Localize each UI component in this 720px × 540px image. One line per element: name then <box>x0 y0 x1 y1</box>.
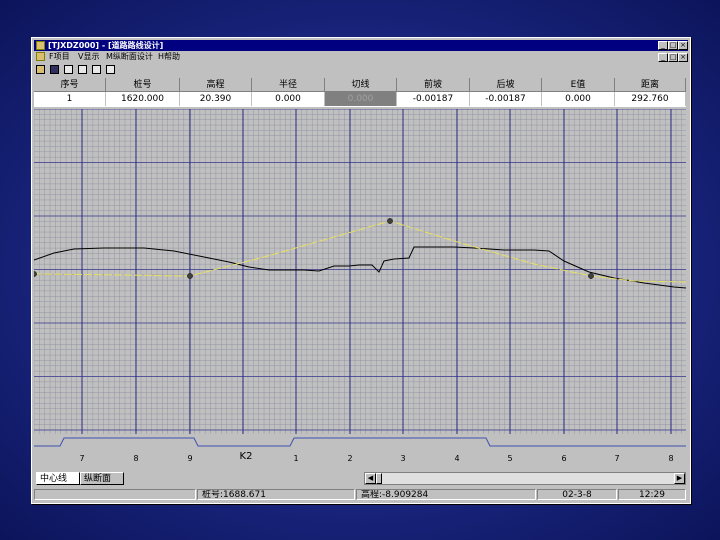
cell-elevation[interactable]: 20.390 <box>180 92 252 106</box>
station-axis: 7 8 9 K2 1 2 3 4 5 6 7 8 <box>34 450 686 470</box>
status-time: 12:29 <box>618 489 686 500</box>
zoom-out-icon[interactable] <box>78 65 87 74</box>
col-header-radius[interactable]: 半径 <box>252 78 325 92</box>
tab-centerline[interactable]: 中心线 <box>36 472 80 485</box>
status-elevation: 高程:-8.909284 <box>356 489 536 500</box>
status-date: 02-3-8 <box>537 489 617 500</box>
toolbar <box>34 64 688 76</box>
minimize-button[interactable]: _ <box>658 41 668 50</box>
cell-station[interactable]: 1620.000 <box>106 92 180 106</box>
col-header-distance[interactable]: 距离 <box>615 78 686 92</box>
close-button[interactable]: × <box>678 41 688 50</box>
cell-front-slope[interactable]: -0.00187 <box>397 92 470 106</box>
app-icon <box>36 41 45 50</box>
status-station: 桩号:1688.671 <box>197 489 355 500</box>
app-window: [TJXDZ000] - [道路路线设计] _ □ × F项目 V显示 M纵断面… <box>31 37 691 504</box>
station-tick: 6 <box>561 454 567 463</box>
col-header-front-slope[interactable]: 前坡 <box>397 78 470 92</box>
doc-minimize-button[interactable]: _ <box>658 53 668 62</box>
zoom-in-icon[interactable] <box>64 65 73 74</box>
station-tick: 2 <box>347 454 353 463</box>
vertical-curve-table: 序号 桩号 高程 半径 切线 前坡 后坡 E值 距离 1 1620.000 20… <box>34 78 686 107</box>
curve-diagram <box>34 437 686 447</box>
maximize-button[interactable]: □ <box>668 41 678 50</box>
zoom-fit-icon[interactable] <box>92 65 101 74</box>
scroll-thumb[interactable] <box>376 473 382 484</box>
menu-bar: F项目 V显示 M纵断面设计 H帮助 _ □ × <box>34 51 688 63</box>
menu-profile-design[interactable]: M纵断面设计 <box>106 51 153 63</box>
status-pane-empty <box>34 489 196 500</box>
col-header-tangent[interactable]: 切线 <box>325 78 397 92</box>
curve-band-line <box>34 437 686 447</box>
station-tick: 7 <box>614 454 620 463</box>
col-header-index[interactable]: 序号 <box>34 78 106 92</box>
cell-index[interactable]: 1 <box>34 92 106 106</box>
save-icon[interactable] <box>50 65 59 74</box>
col-header-back-slope[interactable]: 后坡 <box>470 78 542 92</box>
col-header-elevation[interactable]: 高程 <box>180 78 252 92</box>
menu-help[interactable]: H帮助 <box>158 51 180 63</box>
station-tick: 8 <box>133 454 139 463</box>
cell-tangent[interactable]: 0.000 <box>325 92 397 106</box>
tab-profile[interactable]: 纵断面 <box>80 472 124 485</box>
status-bar: 桩号:1688.671 高程:-8.909284 02-3-8 12:29 <box>34 488 688 501</box>
station-tick: 7 <box>79 454 85 463</box>
pvi-marker <box>187 273 193 279</box>
view-tabs: 中心线 纵断面 ◀ ▶ <box>34 471 686 487</box>
curve-band <box>34 434 686 450</box>
profile-plot[interactable] <box>34 109 686 434</box>
refresh-icon[interactable] <box>106 65 115 74</box>
scroll-right-button[interactable]: ▶ <box>674 473 685 484</box>
col-header-station[interactable]: 桩号 <box>106 78 180 92</box>
station-tick: 5 <box>507 454 513 463</box>
station-tick-km: K2 <box>239 451 253 462</box>
profile-canvas[interactable] <box>34 109 686 434</box>
cell-distance[interactable]: 292.760 <box>615 92 686 106</box>
title-bar[interactable]: [TJXDZ000] - [道路路线设计] _ □ × <box>34 40 688 51</box>
window-title: [TJXDZ000] - [道路路线设计] <box>48 41 164 50</box>
station-tick: 1 <box>293 454 299 463</box>
station-tick: 4 <box>454 454 460 463</box>
doc-close-button[interactable]: × <box>678 53 688 62</box>
station-tick: 3 <box>400 454 406 463</box>
pvi-marker <box>588 273 594 279</box>
cell-radius[interactable]: 0.000 <box>252 92 325 106</box>
menu-view[interactable]: V显示 <box>78 51 99 63</box>
cell-back-slope[interactable]: -0.00187 <box>470 92 542 106</box>
cell-e-value[interactable]: 0.000 <box>542 92 615 106</box>
open-icon[interactable] <box>36 65 45 74</box>
design-grade-line <box>34 220 686 283</box>
station-tick: 8 <box>668 454 674 463</box>
station-tick: 9 <box>187 454 193 463</box>
scroll-left-button[interactable]: ◀ <box>365 473 376 484</box>
pvi-marker <box>34 271 37 277</box>
col-header-e-value[interactable]: E值 <box>542 78 615 92</box>
pvi-marker <box>387 218 393 224</box>
doc-icon[interactable] <box>36 52 45 61</box>
doc-restore-button[interactable]: □ <box>668 53 678 62</box>
ground-line <box>34 246 686 289</box>
menu-project[interactable]: F项目 <box>49 51 70 63</box>
horizontal-scrollbar[interactable]: ◀ ▶ <box>364 472 686 485</box>
